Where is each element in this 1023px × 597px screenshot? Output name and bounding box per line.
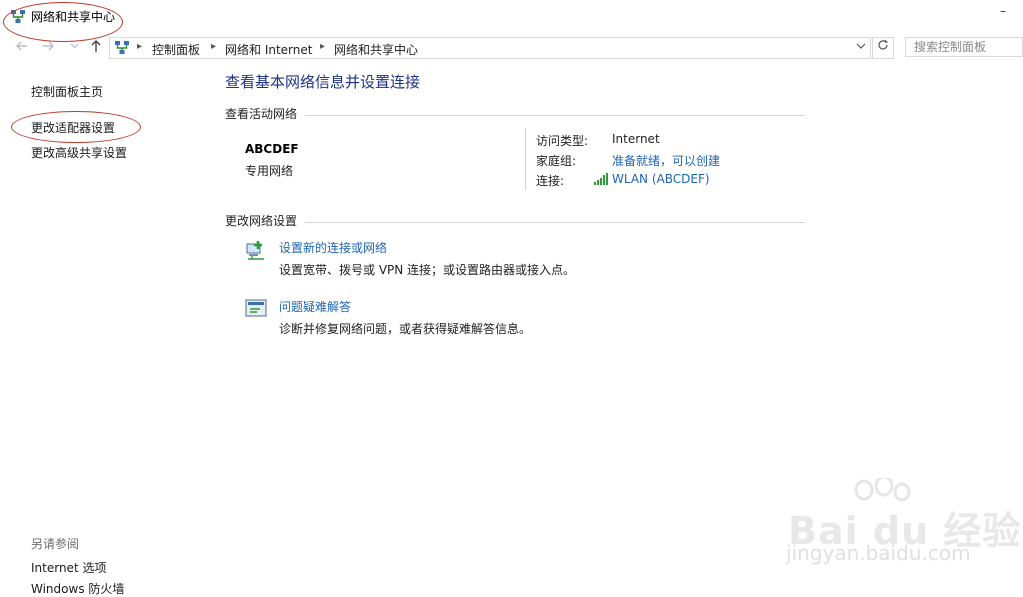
new-connection-icon <box>246 241 264 260</box>
connection-label: 连接: <box>536 174 565 188</box>
minimize-button[interactable]: – <box>996 4 1010 22</box>
search-box[interactable] <box>905 37 1023 57</box>
watermark-url: jingyan.baidu.com <box>786 541 971 565</box>
page-title: 查看基本网络信息并设置连接 <box>225 73 421 91</box>
search-input[interactable] <box>914 40 1022 54</box>
network-icon <box>11 10 25 23</box>
see-also-internet-options[interactable]: Internet 选项 <box>31 559 106 576</box>
troubleshoot-icon <box>245 299 267 317</box>
network-icon <box>115 41 129 54</box>
troubleshoot-link[interactable]: 问题疑难解答 <box>279 298 351 315</box>
homegroup-label: 家庭组: <box>536 154 577 168</box>
arrow-right-icon <box>43 41 54 51</box>
breadcrumb-item[interactable]: 控制面板 <box>152 41 200 58</box>
section-divider <box>305 222 805 223</box>
troubleshoot-description: 诊断并修复网络问题，或者获得疑难解答信息。 <box>279 322 532 336</box>
forward-button[interactable] <box>40 39 56 57</box>
breadcrumb-item[interactable]: 网络和 Internet <box>225 41 312 58</box>
wifi-signal-icon <box>594 173 608 185</box>
address-row: ▸ 控制面板 ▸ 网络和 Internet ▸ 网络和共享中心 <box>0 36 1023 60</box>
connection-link[interactable]: WLAN (ABCDEF) <box>612 172 710 186</box>
title-bar: 网络和共享中心 – <box>0 0 1023 34</box>
see-also-heading: 另请参阅 <box>31 537 80 551</box>
breadcrumb-separator-icon: ▸ <box>211 41 217 52</box>
breadcrumb-separator-icon: ▸ <box>320 41 326 52</box>
section-divider <box>305 115 805 116</box>
arrow-up-icon <box>91 40 101 52</box>
setup-connection-description: 设置宽带、拨号或 VPN 连接；或设置路由器或接入点。 <box>279 263 576 277</box>
chevron-down-icon <box>856 43 866 49</box>
vertical-divider <box>525 128 526 190</box>
breadcrumb-item[interactable]: 网络和共享中心 <box>334 41 418 58</box>
chevron-down-icon <box>70 43 78 49</box>
sidebar-item-adapter-settings[interactable]: 更改适配器设置 <box>31 119 115 136</box>
address-bar[interactable]: ▸ 控制面板 ▸ 网络和 Internet ▸ 网络和共享中心 <box>109 37 871 59</box>
access-type-label: 访问类型: <box>536 134 589 148</box>
change-settings-heading: 更改网络设置 <box>225 214 298 228</box>
refresh-button[interactable] <box>872 37 894 59</box>
refresh-icon <box>878 39 888 50</box>
active-networks-heading: 查看活动网络 <box>225 107 298 121</box>
sidebar-item-advanced-sharing[interactable]: 更改高级共享设置 <box>31 144 127 161</box>
breadcrumb-separator-icon: ▸ <box>137 41 143 52</box>
up-button[interactable] <box>88 39 104 57</box>
back-button[interactable] <box>14 39 30 57</box>
arrow-left-icon <box>16 41 27 51</box>
setup-connection-link[interactable]: 设置新的连接或网络 <box>279 239 387 256</box>
network-name: ABCDEF <box>245 142 299 156</box>
recent-dropdown[interactable] <box>66 39 82 57</box>
address-dropdown-button[interactable] <box>856 41 866 54</box>
network-category[interactable]: 专用网络 <box>245 162 293 179</box>
window-title: 网络和共享中心 <box>31 10 116 24</box>
homegroup-link[interactable]: 准备就绪，可以创建 <box>612 152 720 169</box>
see-also-firewall[interactable]: Windows 防火墙 <box>31 580 124 597</box>
access-type-value: Internet <box>612 132 660 146</box>
sidebar-item-home[interactable]: 控制面板主页 <box>31 83 103 100</box>
